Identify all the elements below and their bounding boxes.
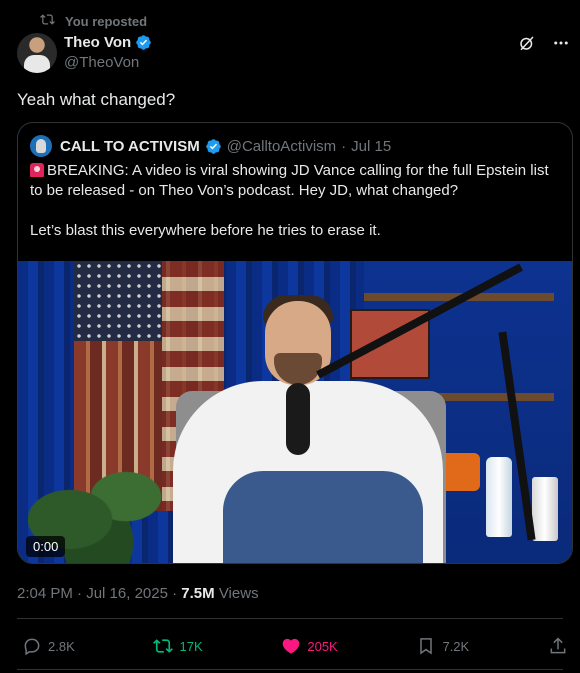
tweet-date[interactable]: Jul 16, 2025 <box>86 585 168 602</box>
tweet-meta: 2:04 PM · Jul 16, 2025 · 7.5M Views <box>17 585 259 602</box>
siren-emoji-icon <box>30 163 44 177</box>
quoted-author-name[interactable]: CALL TO ACTIVISM <box>60 138 200 155</box>
author-name[interactable]: Theo Von <box>64 34 131 51</box>
repost-button[interactable]: 17K <box>153 636 203 656</box>
top-actions <box>518 34 570 57</box>
divider <box>17 618 563 619</box>
like-count: 205K <box>307 638 338 654</box>
share-button[interactable] <box>548 636 568 656</box>
video-player[interactable]: 0:00 <box>18 261 572 563</box>
reply-button[interactable]: 2.8K <box>22 636 75 656</box>
reply-count: 2.8K <box>48 638 75 654</box>
author-handle[interactable]: @TheoVon <box>64 54 139 71</box>
reply-icon <box>24 638 40 656</box>
quoted-author-handle[interactable]: @CalltoActivism <box>227 138 336 155</box>
views-label: Views <box>218 585 259 602</box>
repost-action-icon <box>153 639 174 653</box>
video-timestamp: 0:00 <box>26 536 66 557</box>
meta-dot: · <box>172 585 178 602</box>
quoted-paragraph-1: BREAKING: A video is viral showing JD Va… <box>30 162 549 199</box>
divider <box>17 669 563 670</box>
grok-icon[interactable] <box>518 34 536 57</box>
meta-dot: · <box>77 585 83 602</box>
quoted-date[interactable]: Jul 15 <box>351 138 391 155</box>
action-bar: 2.8K 17K 205K 7.2K <box>22 632 568 660</box>
share-icon <box>550 637 566 654</box>
video-microphone <box>286 383 310 455</box>
bookmark-button[interactable]: 7.2K <box>416 636 469 656</box>
quoted-body: BREAKING: A video is viral showing JD Va… <box>30 161 565 261</box>
verified-badge-icon <box>136 35 151 50</box>
repost-banner-text: You reposted <box>65 13 148 29</box>
quoted-avatar[interactable] <box>30 135 52 157</box>
author-avatar[interactable] <box>17 33 57 73</box>
heart-icon <box>283 638 300 654</box>
views-count: 7.5M <box>181 585 215 602</box>
bookmark-icon <box>420 638 433 655</box>
video-water-bottle <box>486 457 512 537</box>
author-name-row[interactable]: Theo Von <box>64 34 152 51</box>
repost-count: 17K <box>179 638 203 654</box>
more-icon[interactable] <box>552 34 570 57</box>
video-can <box>532 477 558 541</box>
repost-banner: You reposted <box>40 12 147 30</box>
quoted-verified-badge-icon <box>205 138 221 154</box>
quoted-paragraph-2: Let’s blast this everywhere before he tr… <box>30 222 381 239</box>
tweet-text: Yeah what changed? <box>17 90 176 109</box>
quoted-separator: · <box>341 137 347 155</box>
quoted-tweet-card[interactable]: CALL TO ACTIVISM @CalltoActivism · Jul 1… <box>17 122 573 564</box>
like-button[interactable]: 205K <box>281 636 338 656</box>
video-flag-stars <box>74 261 162 341</box>
bookmark-count: 7.2K <box>442 638 470 654</box>
video-person-legs <box>223 471 423 563</box>
tweet-time[interactable]: 2:04 PM <box>17 585 73 602</box>
quoted-header: CALL TO ACTIVISM @CalltoActivism · Jul 1… <box>30 135 391 157</box>
repost-icon <box>40 12 55 30</box>
